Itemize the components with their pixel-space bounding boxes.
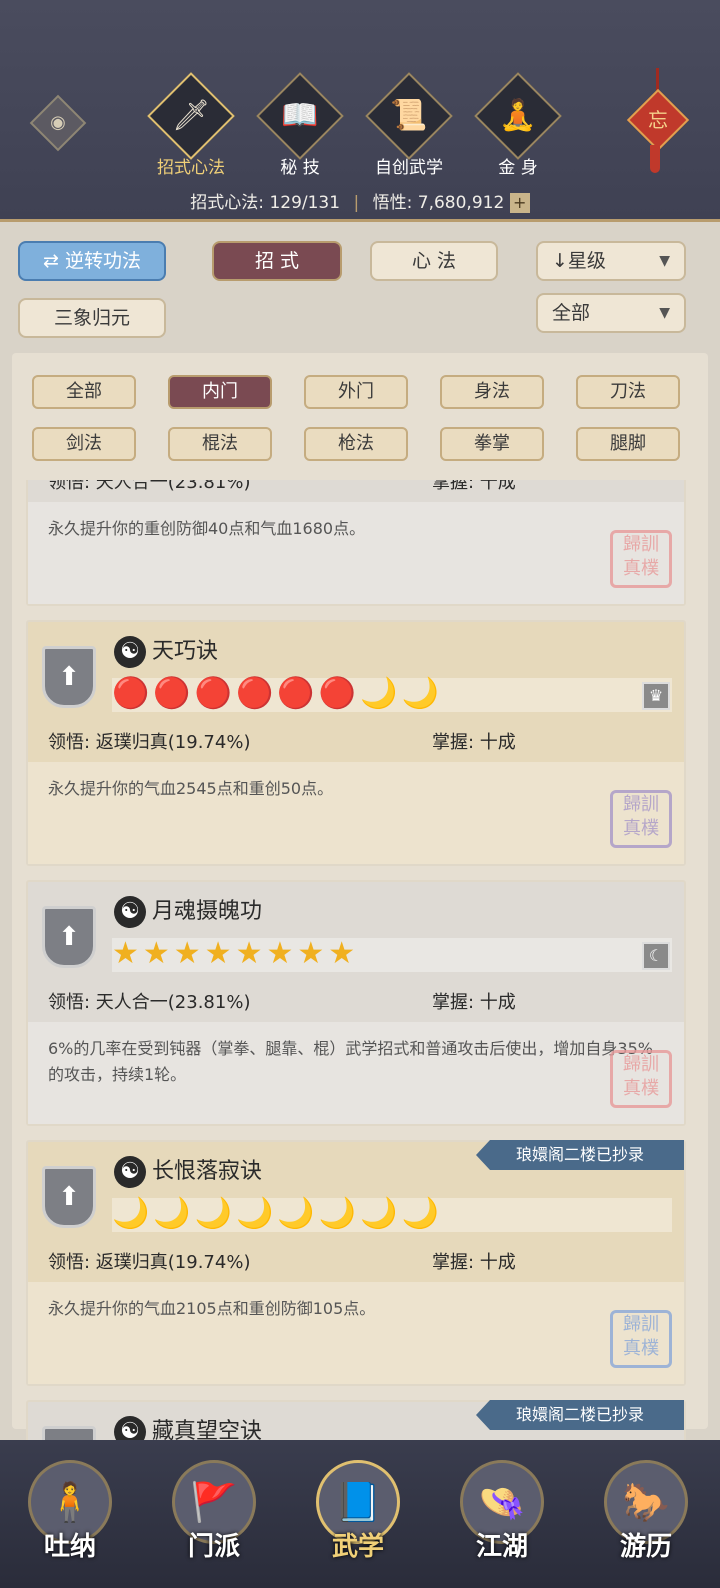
stats-bar: 招式心法: 129/131 | 悟性: 7,680,912 + xyxy=(0,188,720,213)
seal-icon: 歸訓 真樸 xyxy=(610,1050,672,1108)
stat-value: 129/131 xyxy=(269,193,341,213)
skill-description: 永久提升你的重创防御40点和气血1680点。 xyxy=(28,502,684,604)
chip-shenfa[interactable]: 身法 xyxy=(440,375,544,409)
upgrade-shield-icon[interactable]: ⬆ xyxy=(42,906,96,968)
tab-jinshen[interactable]: 🧘 金 身 xyxy=(473,72,563,178)
chip-jianfa[interactable]: 剑法 xyxy=(32,427,136,461)
skill-name: 天巧诀 xyxy=(152,639,219,664)
upgrade-shield-icon[interactable]: ⬆ xyxy=(42,646,96,708)
comprehension-text: 领悟: 天人合一(23.81%) xyxy=(48,992,251,1013)
nav-jianghu[interactable]: 👒 江湖 xyxy=(452,1460,552,1580)
chip-neimen[interactable]: 内门 xyxy=(168,375,272,409)
nav-label: 吐纳 xyxy=(43,1532,96,1562)
skill-description: 6%的几率在受到钝器（掌拳、腿靠、棍）武学招式和普通攻击后使出，增加自身35%的… xyxy=(28,1022,684,1124)
yinyang-icon: ☯ xyxy=(114,1156,146,1188)
sword-icon: 🗡 xyxy=(171,98,211,133)
mastery-text: 掌握: 十成 xyxy=(432,992,516,1013)
chip-daofa[interactable]: 刀法 xyxy=(576,375,680,409)
copied-ribbon: 琅嬛阁二楼已抄录 xyxy=(476,1140,684,1170)
chevron-down-icon: ▼ xyxy=(659,253,670,269)
chip-qiangfa[interactable]: 枪法 xyxy=(304,427,408,461)
nav-label: 门派 xyxy=(187,1532,240,1562)
tab-zhaoshi[interactable]: 招 式 xyxy=(212,241,342,281)
copied-ribbon: 琅嬛阁二楼已抄录 xyxy=(476,1400,684,1430)
chinese-knot-icon[interactable]: 忘 xyxy=(626,88,690,152)
skill-name: 月魂摄魄功 xyxy=(152,899,263,924)
seal-icon: 歸訓 真樸 xyxy=(610,790,672,848)
nav-wuxue[interactable]: 📘 武学 xyxy=(308,1460,408,1580)
skill-card[interactable]: 琅嬛阁二楼已抄录 ⬆ ☯ 藏真望空诀 xyxy=(26,1400,686,1440)
nav-label: 游历 xyxy=(619,1532,672,1562)
stat-label: 悟性: xyxy=(372,193,413,213)
mastery-text: 掌握: 十成 xyxy=(432,480,516,493)
star-rating: ★★★★★★★★ xyxy=(112,936,360,971)
skill-description: 永久提升你的气血2105点和重创防御105点。 xyxy=(28,1282,684,1384)
tab-xinfa[interactable]: 心 法 xyxy=(370,241,498,281)
upgrade-shield-icon[interactable]: ⬆ xyxy=(42,1426,96,1440)
meditation-icon: 🧘 xyxy=(499,98,537,133)
star-rating: 🔴🔴🔴🔴🔴🔴🌙🌙 xyxy=(112,676,443,711)
mastery-text: 掌握: 十成 xyxy=(432,732,516,753)
stat-value: 7,680,912 xyxy=(417,193,505,213)
nav-label: 武学 xyxy=(331,1532,384,1562)
mastery-text: 掌握: 十成 xyxy=(432,1252,516,1273)
tab-zhaoshi-xinfa[interactable]: 🗡 招式心法 xyxy=(146,72,236,178)
yinyang-icon: ☯ xyxy=(114,636,146,668)
nav-label: 江湖 xyxy=(475,1532,528,1562)
comprehension-text: 领悟: 返璞归真(19.74%) xyxy=(48,732,251,753)
yinyang-icon: ☯ xyxy=(114,1416,146,1440)
tassel xyxy=(650,145,660,173)
skill-card[interactable]: 领悟: 天人合一(23.81%) 掌握: 十成 永久提升你的重创防御40点和气血… xyxy=(26,480,686,606)
chevron-down-icon: ▼ xyxy=(659,305,670,321)
chip-all[interactable]: 全部 xyxy=(32,375,136,409)
chip-tuijiao[interactable]: 腿脚 xyxy=(576,427,680,461)
skill-list[interactable]: 领悟: 天人合一(23.81%) 掌握: 十成 永久提升你的重创防御40点和气血… xyxy=(26,480,686,1440)
upgrade-shield-icon[interactable]: ⬆ xyxy=(42,1166,96,1228)
bottom-nav: 🧍 吐纳 🚩 门派 📘 武学 👒 江湖 🐎 游历 xyxy=(0,1440,720,1588)
nav-menpai[interactable]: 🚩 门派 xyxy=(164,1460,264,1580)
book-icon: 📖 xyxy=(281,98,319,133)
scroll-icon: 📜 xyxy=(390,98,428,133)
skill-card[interactable]: ⬆ ☯ 天巧诀 🔴🔴🔴🔴🔴🔴🌙🌙 ♛ 领悟: 返璞归真(19.74%) 掌握: … xyxy=(26,620,686,866)
star-rating: 🌙🌙🌙🌙🌙🌙🌙🌙 xyxy=(112,1196,443,1231)
yinyang-icon: ☯ xyxy=(114,896,146,928)
top-header: ◉ 🗡 招式心法 📖 秘 技 📜 自创武学 🧘 金 身 忘 招式心法: 129/… xyxy=(0,0,720,222)
seal-icon: 歸訓 真樸 xyxy=(610,1310,672,1368)
tab-miji[interactable]: 📖 秘 技 xyxy=(255,72,345,178)
seal-icon: 歸訓 真樸 xyxy=(610,530,672,588)
skill-card[interactable]: 琅嬛阁二楼已抄录 ⬆ ☯ 长恨落寂诀 🌙🌙🌙🌙🌙🌙🌙🌙 领悟: 返璞归真(19.… xyxy=(26,1140,686,1386)
chip-quanzhang[interactable]: 拳掌 xyxy=(440,427,544,461)
chip-gunfa[interactable]: 棍法 xyxy=(168,427,272,461)
filter-dropdown[interactable]: 全部 ▼ xyxy=(536,293,686,333)
skill-name: 长恨落寂诀 xyxy=(152,1159,263,1184)
chip-waimen[interactable]: 外门 xyxy=(304,375,408,409)
crown-icon: ♛ xyxy=(642,682,670,710)
stat-label: 招式心法: xyxy=(190,193,265,213)
reverse-button[interactable]: ⇄ 逆转功法 xyxy=(18,241,166,281)
sort-dropdown[interactable]: ↓星级 ▼ xyxy=(536,241,686,281)
moon-icon: ☾ xyxy=(642,942,670,970)
tab-zichuang[interactable]: 📜 自创武学 xyxy=(364,72,454,178)
nav-youli[interactable]: 🐎 游历 xyxy=(596,1460,696,1580)
comprehension-text: 领悟: 天人合一(23.81%) xyxy=(48,480,251,493)
sanxiang-button[interactable]: 三象归元 xyxy=(18,298,166,338)
eye-icon[interactable]: ◉ xyxy=(29,94,87,152)
add-button[interactable]: + xyxy=(509,193,530,213)
skill-description: 永久提升你的气血2545点和重创50点。 xyxy=(28,762,684,864)
skill-name: 藏真望空诀 xyxy=(152,1419,263,1440)
nav-tuna[interactable]: 🧍 吐纳 xyxy=(20,1460,120,1580)
skill-card[interactable]: ⬆ ☯ 月魂摄魄功 ★★★★★★★★ ☾ 领悟: 天人合一(23.81%) 掌握… xyxy=(26,880,686,1126)
comprehension-text: 领悟: 返璞归真(19.74%) xyxy=(48,1252,251,1273)
